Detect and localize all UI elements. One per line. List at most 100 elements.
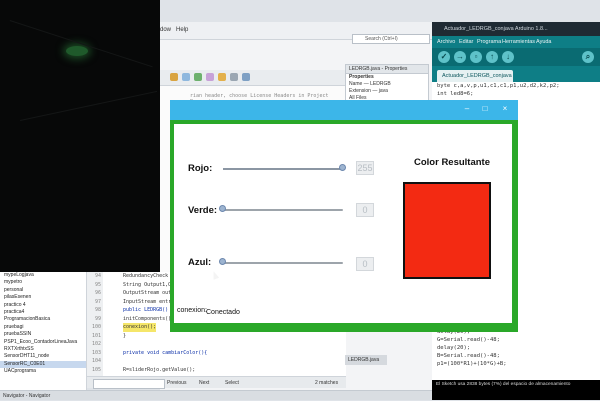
slider-rojo-fill xyxy=(223,168,343,170)
menu-item-programa[interactable]: Programa xyxy=(477,36,501,48)
menu-item-ayuda[interactable]: Ayuda xyxy=(536,36,552,48)
list-item[interactable]: practica4 xyxy=(0,309,86,316)
line-number: 97 xyxy=(94,298,101,305)
list-item[interactable]: mypetro xyxy=(0,279,86,286)
value-azul: 0 xyxy=(356,257,374,271)
code-line: } xyxy=(123,332,127,339)
list-item[interactable]: pilasEsenen xyxy=(0,294,86,301)
connection-label: conexion: xyxy=(177,307,207,314)
menu-item-window[interactable]: dow xyxy=(160,27,171,33)
property-row: Name — LEDRGB xyxy=(349,81,391,87)
clean-icon[interactable] xyxy=(182,73,190,81)
properties-title: LEDRGB.java - Properties xyxy=(346,65,428,74)
slider-azul-thumb[interactable] xyxy=(219,258,226,265)
find-previous-button[interactable]: Previous xyxy=(167,380,186,386)
arduino-console: El Sketch usa 2838 bytes (7%) del espaci… xyxy=(432,380,600,400)
line-number: 99 xyxy=(94,315,101,322)
list-item[interactable]: pruebaSSIN xyxy=(0,331,86,338)
list-item[interactable]: practico 4 xyxy=(0,302,86,309)
project-list[interactable]: mypeLogjava mypetro personal pilasEsenen… xyxy=(0,272,87,392)
arduino-code-lower: delay(20); G=Serial.read()-48; delay(20)… xyxy=(432,328,600,380)
history-icon[interactable] xyxy=(230,73,238,81)
cable-shadow xyxy=(9,20,153,68)
code-line: G=Serial.read()-48; xyxy=(437,337,500,343)
label-rojo: Rojo: xyxy=(188,163,213,174)
code-line: int led8=6; xyxy=(437,91,474,97)
slider-azul[interactable] xyxy=(223,262,343,264)
cable-shadow xyxy=(20,90,158,121)
line-number: 96 xyxy=(94,290,101,296)
line-number: 94 xyxy=(94,273,101,279)
code-line: byte c,a,v,p,u1,c1,c1,p1,u2,d2,k2,p2; xyxy=(437,83,560,89)
connection-status: Conectado xyxy=(206,309,240,316)
find-bar: Previous Next Select 2 matches xyxy=(87,376,346,389)
result-title: Color Resultante xyxy=(414,157,491,168)
close-icon[interactable]: × xyxy=(498,103,512,115)
debug-icon[interactable] xyxy=(206,73,214,81)
code-line: B=Serial.read()-48; xyxy=(437,353,500,359)
arduino-menu-bar: Archivo Editar Programa Herramientas Ayu… xyxy=(432,36,600,48)
menu-item-herramientas[interactable]: Herramientas xyxy=(502,36,535,48)
list-item-selected[interactable]: SensorRC_C0E01 xyxy=(0,360,86,369)
list-item[interactable]: PSP1_Ecoo_ContadorLineaJava xyxy=(0,339,86,346)
new-icon[interactable]: ▫ xyxy=(470,51,482,63)
editor-tab[interactable]: LEDRGB.java xyxy=(345,355,387,365)
line-number: 98 xyxy=(94,307,101,313)
verify-icon[interactable]: ✓ xyxy=(438,51,450,63)
navigator-status: Navigator - Navigator xyxy=(0,390,432,400)
slider-verde-thumb[interactable] xyxy=(219,205,226,212)
line-number: 101 xyxy=(91,332,101,339)
list-item[interactable]: RXTXrthtxSS xyxy=(0,346,86,353)
save-icon[interactable]: ↓ xyxy=(502,51,514,63)
slider-verde[interactable] xyxy=(223,209,343,211)
arduino-title: Actuador_LEDRGB_conjava Arduino 1.8... xyxy=(432,22,600,36)
list-item[interactable]: mypeLogjava xyxy=(0,272,86,279)
navigate-icon[interactable] xyxy=(242,73,250,81)
line-number: 103 xyxy=(91,349,101,356)
upload-icon[interactable]: → xyxy=(454,51,466,63)
arduino-toolbar: ✓ → ▫ ↑ ↓ ⌕ xyxy=(432,48,600,66)
arduino-sketch-tab[interactable]: Actuador_LEDRGB_conjava xyxy=(437,70,513,82)
value-verde: 0 xyxy=(356,203,374,217)
menu-item-help[interactable]: Help xyxy=(176,27,188,33)
camera-led-glow xyxy=(66,46,88,56)
maximize-icon[interactable]: □ xyxy=(478,103,492,115)
code-line: private void cambiarColor(){ xyxy=(123,349,208,356)
find-select-button[interactable]: Select xyxy=(225,380,239,386)
menu-item-archivo[interactable]: Archivo xyxy=(437,36,455,48)
profile-icon[interactable] xyxy=(218,73,226,81)
value-rojo: 255 xyxy=(356,161,374,175)
build-icon[interactable] xyxy=(170,73,178,81)
line-number: 100 xyxy=(91,324,101,330)
list-item[interactable]: personal xyxy=(0,287,86,294)
list-item[interactable]: SensorDHT11_node xyxy=(0,353,86,360)
highlighted-call: conexion(); xyxy=(123,323,157,332)
code-line: R=sliderRojo.getValue(); xyxy=(123,366,196,373)
serial-monitor-icon[interactable]: ⌕ xyxy=(582,51,594,63)
ide-toolbar xyxy=(160,70,350,86)
run-icon[interactable] xyxy=(194,73,202,81)
label-verde: Verde: xyxy=(188,205,218,216)
line-number: 105 xyxy=(91,366,101,373)
list-item[interactable]: UACprograma xyxy=(0,368,86,375)
list-item[interactable]: pruebagi xyxy=(0,324,86,331)
line-number-gutter: 94 95 96 97 98 99 100 101 102 103 104 10… xyxy=(87,272,103,376)
list-item[interactable]: ProgramacionBasica xyxy=(0,316,86,323)
code-line: delay(20); xyxy=(437,345,471,351)
code-line: p1=(100*R1)+(10*G)+B; xyxy=(437,361,507,367)
properties-heading: Properties xyxy=(349,74,374,80)
minimize-icon[interactable]: – xyxy=(460,103,474,115)
result-color-swatch xyxy=(403,182,491,279)
ide-search-input[interactable]: Search (Ctrl+I) xyxy=(352,34,430,44)
slider-rojo[interactable] xyxy=(223,168,343,170)
slider-rojo-thumb[interactable] xyxy=(339,164,346,171)
menu-item-editar[interactable]: Editar xyxy=(459,36,473,48)
line-number: 95 xyxy=(94,281,101,288)
open-icon[interactable]: ↑ xyxy=(486,51,498,63)
app-titlebar[interactable]: – □ × xyxy=(170,100,518,120)
find-next-button[interactable]: Next xyxy=(199,380,209,386)
property-row: Extension — java xyxy=(349,88,388,94)
find-input[interactable] xyxy=(93,379,165,389)
